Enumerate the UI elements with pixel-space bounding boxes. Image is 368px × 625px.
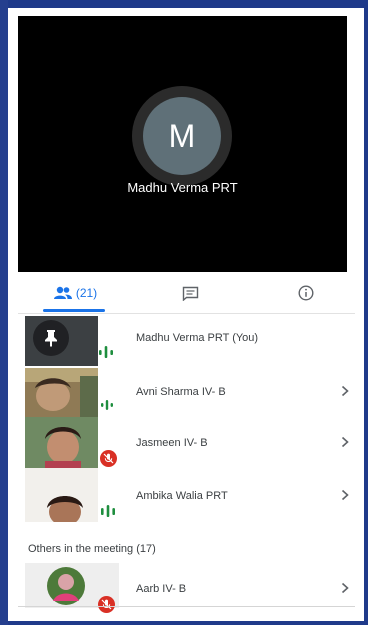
- bottom-divider: [18, 606, 355, 607]
- speaking-indicator-icon: [101, 505, 115, 517]
- participant-avatar-photo: [47, 567, 85, 605]
- participant-video-thumbnail: [25, 368, 98, 417]
- pin-icon: [45, 330, 57, 347]
- participant-tile[interactable]: [25, 468, 98, 522]
- tab-divider: [18, 313, 355, 314]
- participant-name: Ambika Walia PRT: [136, 490, 228, 502]
- others-section-title: Others in the meeting (17): [28, 543, 156, 555]
- chevron-right-icon[interactable]: [340, 436, 350, 448]
- speaker-avatar: M: [143, 97, 221, 175]
- participant-video-thumbnail: [25, 417, 98, 468]
- participant-tile[interactable]: [25, 417, 98, 468]
- chevron-right-icon[interactable]: [340, 489, 350, 501]
- participant-name: Avni Sharma IV- B: [136, 386, 226, 398]
- chevron-right-icon[interactable]: [340, 385, 350, 397]
- chat-icon: [182, 286, 199, 301]
- participant-tile[interactable]: [25, 368, 98, 417]
- chevron-right-icon[interactable]: [340, 582, 350, 594]
- participant-video-thumbnail: [25, 468, 98, 522]
- speaker-name: Madhu Verma PRT: [127, 180, 238, 195]
- participant-name: Madhu Verma PRT (You): [136, 332, 259, 344]
- speaking-indicator-icon: [99, 346, 113, 358]
- active-tab-indicator: [43, 309, 105, 312]
- participant-name: Jasmeen IV- B: [136, 437, 208, 449]
- mic-off-icon: [98, 596, 115, 613]
- participant-name: Aarb IV- B: [136, 583, 187, 595]
- pin-button[interactable]: [33, 320, 69, 356]
- participant-tile[interactable]: [25, 316, 98, 366]
- participant-count: (21): [75, 286, 98, 300]
- window-edge: [0, 0, 8, 625]
- tab-people[interactable]: (21): [18, 273, 133, 313]
- speaking-indicator-icon: [101, 400, 113, 410]
- people-icon: [53, 286, 72, 299]
- tab-chat[interactable]: [133, 273, 248, 313]
- info-icon: [297, 285, 314, 301]
- mic-off-icon: [100, 450, 117, 467]
- side-panel-tabs: (21): [18, 273, 355, 313]
- tab-info[interactable]: [248, 273, 363, 313]
- main-video-stage[interactable]: M Madhu Verma PRT: [18, 16, 347, 272]
